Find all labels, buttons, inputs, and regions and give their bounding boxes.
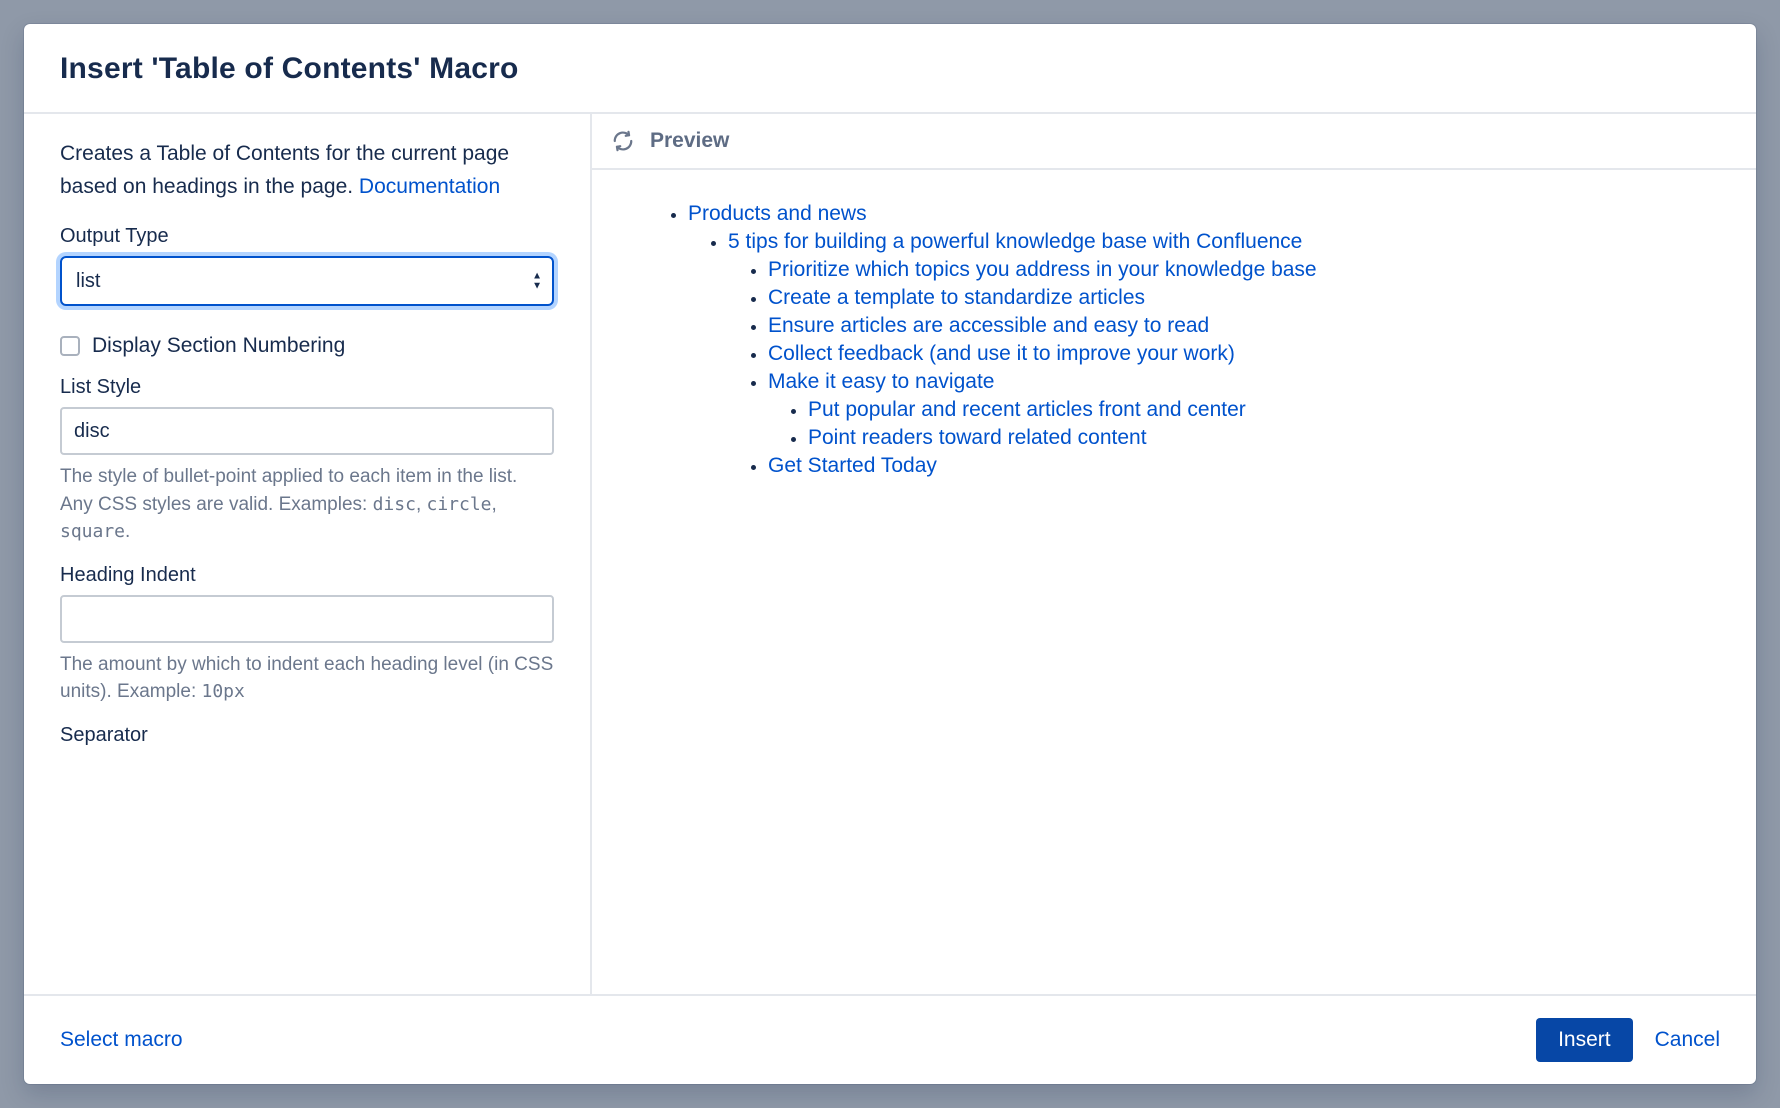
section-numbering-label: Display Section Numbering bbox=[92, 334, 345, 358]
preview-body: Products and news 5 tips for building a p… bbox=[592, 170, 1756, 482]
separator-label: Separator bbox=[60, 724, 554, 747]
toc-item: Prioritize which topics you address in y… bbox=[768, 258, 1720, 282]
toc-link[interactable]: Products and news bbox=[688, 202, 867, 225]
config-pane: Creates a Table of Contents for the curr… bbox=[24, 114, 592, 994]
list-style-label: List Style bbox=[60, 376, 554, 399]
cancel-button[interactable]: Cancel bbox=[1655, 1028, 1720, 1052]
select-macro-button[interactable]: Select macro bbox=[60, 1028, 183, 1052]
toc-sublist: Put popular and recent articles front an… bbox=[768, 398, 1720, 450]
toc-link[interactable]: Prioritize which topics you address in y… bbox=[768, 258, 1317, 281]
toc-item: Point readers toward related content bbox=[808, 426, 1720, 450]
toc-root: Products and news 5 tips for building a p… bbox=[660, 202, 1720, 478]
refresh-icon[interactable] bbox=[610, 128, 636, 154]
toc-link[interactable]: Point readers toward related content bbox=[808, 426, 1147, 449]
heading-indent-label: Heading Indent bbox=[60, 564, 554, 587]
toc-link[interactable]: 5 tips for building a powerful knowledge… bbox=[728, 230, 1302, 253]
toc-link[interactable]: Put popular and recent articles front an… bbox=[808, 398, 1246, 421]
toc-item: Ensure articles are accessible and easy … bbox=[768, 314, 1720, 338]
preview-header: Preview bbox=[592, 114, 1756, 170]
insert-button[interactable]: Insert bbox=[1536, 1018, 1633, 1062]
toc-link[interactable]: Create a template to standardize article… bbox=[768, 286, 1145, 309]
toc-item: Put popular and recent articles front an… bbox=[808, 398, 1720, 422]
toc-item: Make it easy to navigate Put popular and … bbox=[768, 370, 1720, 450]
section-numbering-row[interactable]: Display Section Numbering bbox=[60, 334, 554, 358]
list-style-help-code2: circle bbox=[427, 494, 492, 515]
list-style-help-code1: disc bbox=[373, 494, 416, 515]
list-style-help: The style of bullet-point applied to eac… bbox=[60, 463, 554, 546]
output-type-select-wrap[interactable]: list ▲▼ bbox=[60, 256, 554, 306]
dialog-header: Insert 'Table of Contents' Macro bbox=[24, 24, 1756, 112]
toc-link[interactable]: Get Started Today bbox=[768, 454, 937, 477]
dialog-title: Insert 'Table of Contents' Macro bbox=[60, 52, 1720, 86]
toc-item: Create a template to standardize article… bbox=[768, 286, 1720, 310]
toc-sublist: Prioritize which topics you address in y… bbox=[728, 258, 1720, 478]
preview-pane: Preview Products and news 5 tips for buil… bbox=[592, 114, 1756, 994]
preview-title: Preview bbox=[650, 129, 729, 153]
list-style-input[interactable] bbox=[60, 407, 554, 455]
footer-right: Insert Cancel bbox=[1536, 1018, 1720, 1062]
toc-item: Get Started Today bbox=[768, 454, 1720, 478]
toc-sublist: 5 tips for building a powerful knowledge… bbox=[688, 230, 1720, 478]
section-numbering-checkbox[interactable] bbox=[60, 336, 80, 356]
toc-link[interactable]: Ensure articles are accessible and easy … bbox=[768, 314, 1209, 337]
documentation-link[interactable]: Documentation bbox=[359, 175, 500, 198]
heading-indent-help: The amount by which to indent each headi… bbox=[60, 651, 554, 706]
list-style-help-code3: square bbox=[60, 521, 125, 542]
toc-link[interactable]: Collect feedback (and use it to improve … bbox=[768, 342, 1235, 365]
macro-description: Creates a Table of Contents for the curr… bbox=[60, 138, 554, 203]
toc-item: Collect feedback (and use it to improve … bbox=[768, 342, 1720, 366]
toc-item: Products and news 5 tips for building a p… bbox=[688, 202, 1720, 478]
toc-item: 5 tips for building a powerful knowledge… bbox=[728, 230, 1720, 478]
heading-indent-input[interactable] bbox=[60, 595, 554, 643]
output-type-label: Output Type bbox=[60, 225, 554, 248]
insert-macro-dialog: Insert 'Table of Contents' Macro Creates… bbox=[24, 24, 1756, 1084]
dialog-body: Creates a Table of Contents for the curr… bbox=[24, 112, 1756, 994]
output-type-select[interactable]: list bbox=[62, 258, 552, 304]
heading-indent-help-prefix: The amount by which to indent each headi… bbox=[60, 654, 553, 703]
heading-indent-help-code: 10px bbox=[202, 681, 245, 702]
toc-link[interactable]: Make it easy to navigate bbox=[768, 370, 994, 393]
dialog-footer: Select macro Insert Cancel bbox=[24, 994, 1756, 1084]
